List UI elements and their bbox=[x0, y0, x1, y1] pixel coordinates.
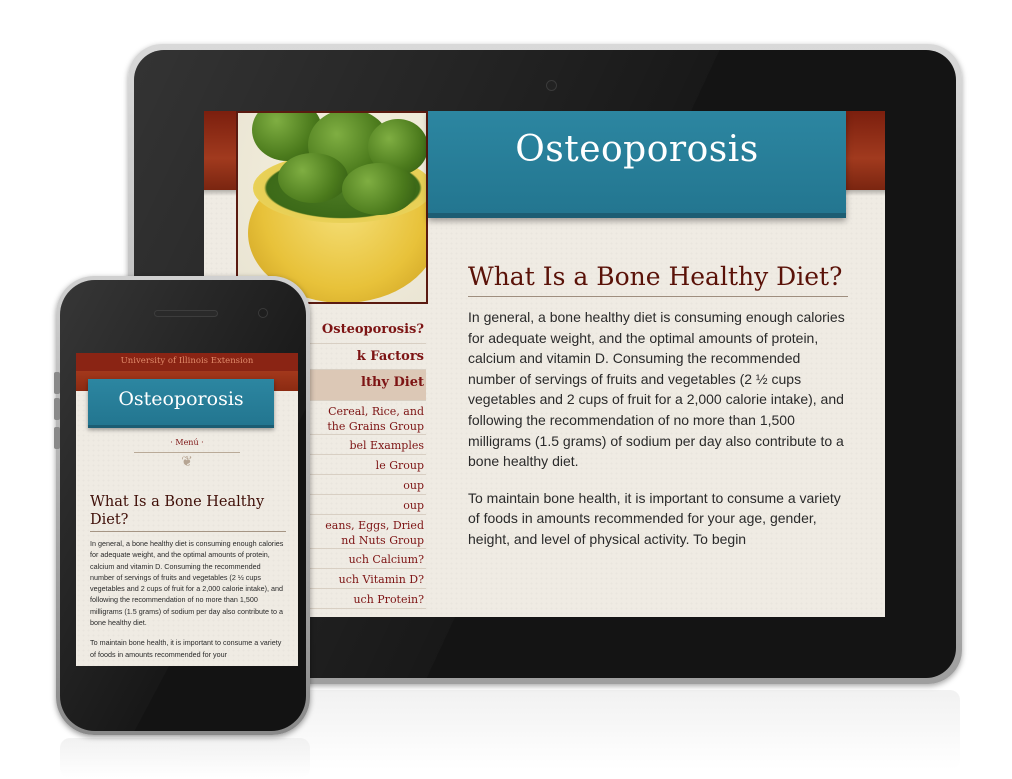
page-heading: What Is a Bone Healthy Diet? bbox=[468, 261, 848, 297]
paragraph-2: To maintain bone health, it is important… bbox=[468, 489, 841, 547]
main-content: What Is a Bone Healthy Diet? In general,… bbox=[468, 261, 848, 550]
broccoli-floret bbox=[278, 153, 348, 203]
tablet-camera-icon bbox=[546, 80, 557, 91]
phone-reflection bbox=[60, 738, 310, 778]
ornament-icon: ❦ bbox=[181, 453, 193, 469]
page-heading: What Is a Bone Healthy Diet? bbox=[90, 493, 286, 532]
phone-bezel: University of Illinois Extension Osteopo… bbox=[60, 280, 306, 731]
paragraph-2: To maintain bone health, it is important… bbox=[90, 638, 282, 659]
phone-camera-icon bbox=[258, 308, 268, 318]
menu-toggle[interactable]: · Menú · bbox=[76, 438, 298, 447]
phone-side-button bbox=[54, 398, 60, 420]
site-title: Osteoporosis bbox=[118, 388, 244, 410]
paragraph-1: In general, a bone healthy diet is consu… bbox=[468, 309, 845, 470]
site-title: Osteoporosis bbox=[515, 129, 759, 170]
site-title-banner[interactable]: Osteoporosis bbox=[88, 379, 274, 428]
site-title-banner[interactable]: Osteoporosis bbox=[428, 111, 846, 218]
org-bar[interactable]: University of Illinois Extension bbox=[76, 353, 298, 371]
paragraph-1: In general, a bone healthy diet is consu… bbox=[90, 539, 284, 628]
phone-screen: University of Illinois Extension Osteopo… bbox=[76, 353, 298, 666]
phone-side-button bbox=[54, 427, 60, 449]
phone-side-button bbox=[54, 372, 60, 394]
speaker-grille bbox=[154, 310, 218, 317]
main-content: What Is a Bone Healthy Diet? In general,… bbox=[90, 493, 286, 660]
broccoli-floret bbox=[342, 163, 416, 215]
phone-device: University of Illinois Extension Osteopo… bbox=[56, 276, 310, 735]
